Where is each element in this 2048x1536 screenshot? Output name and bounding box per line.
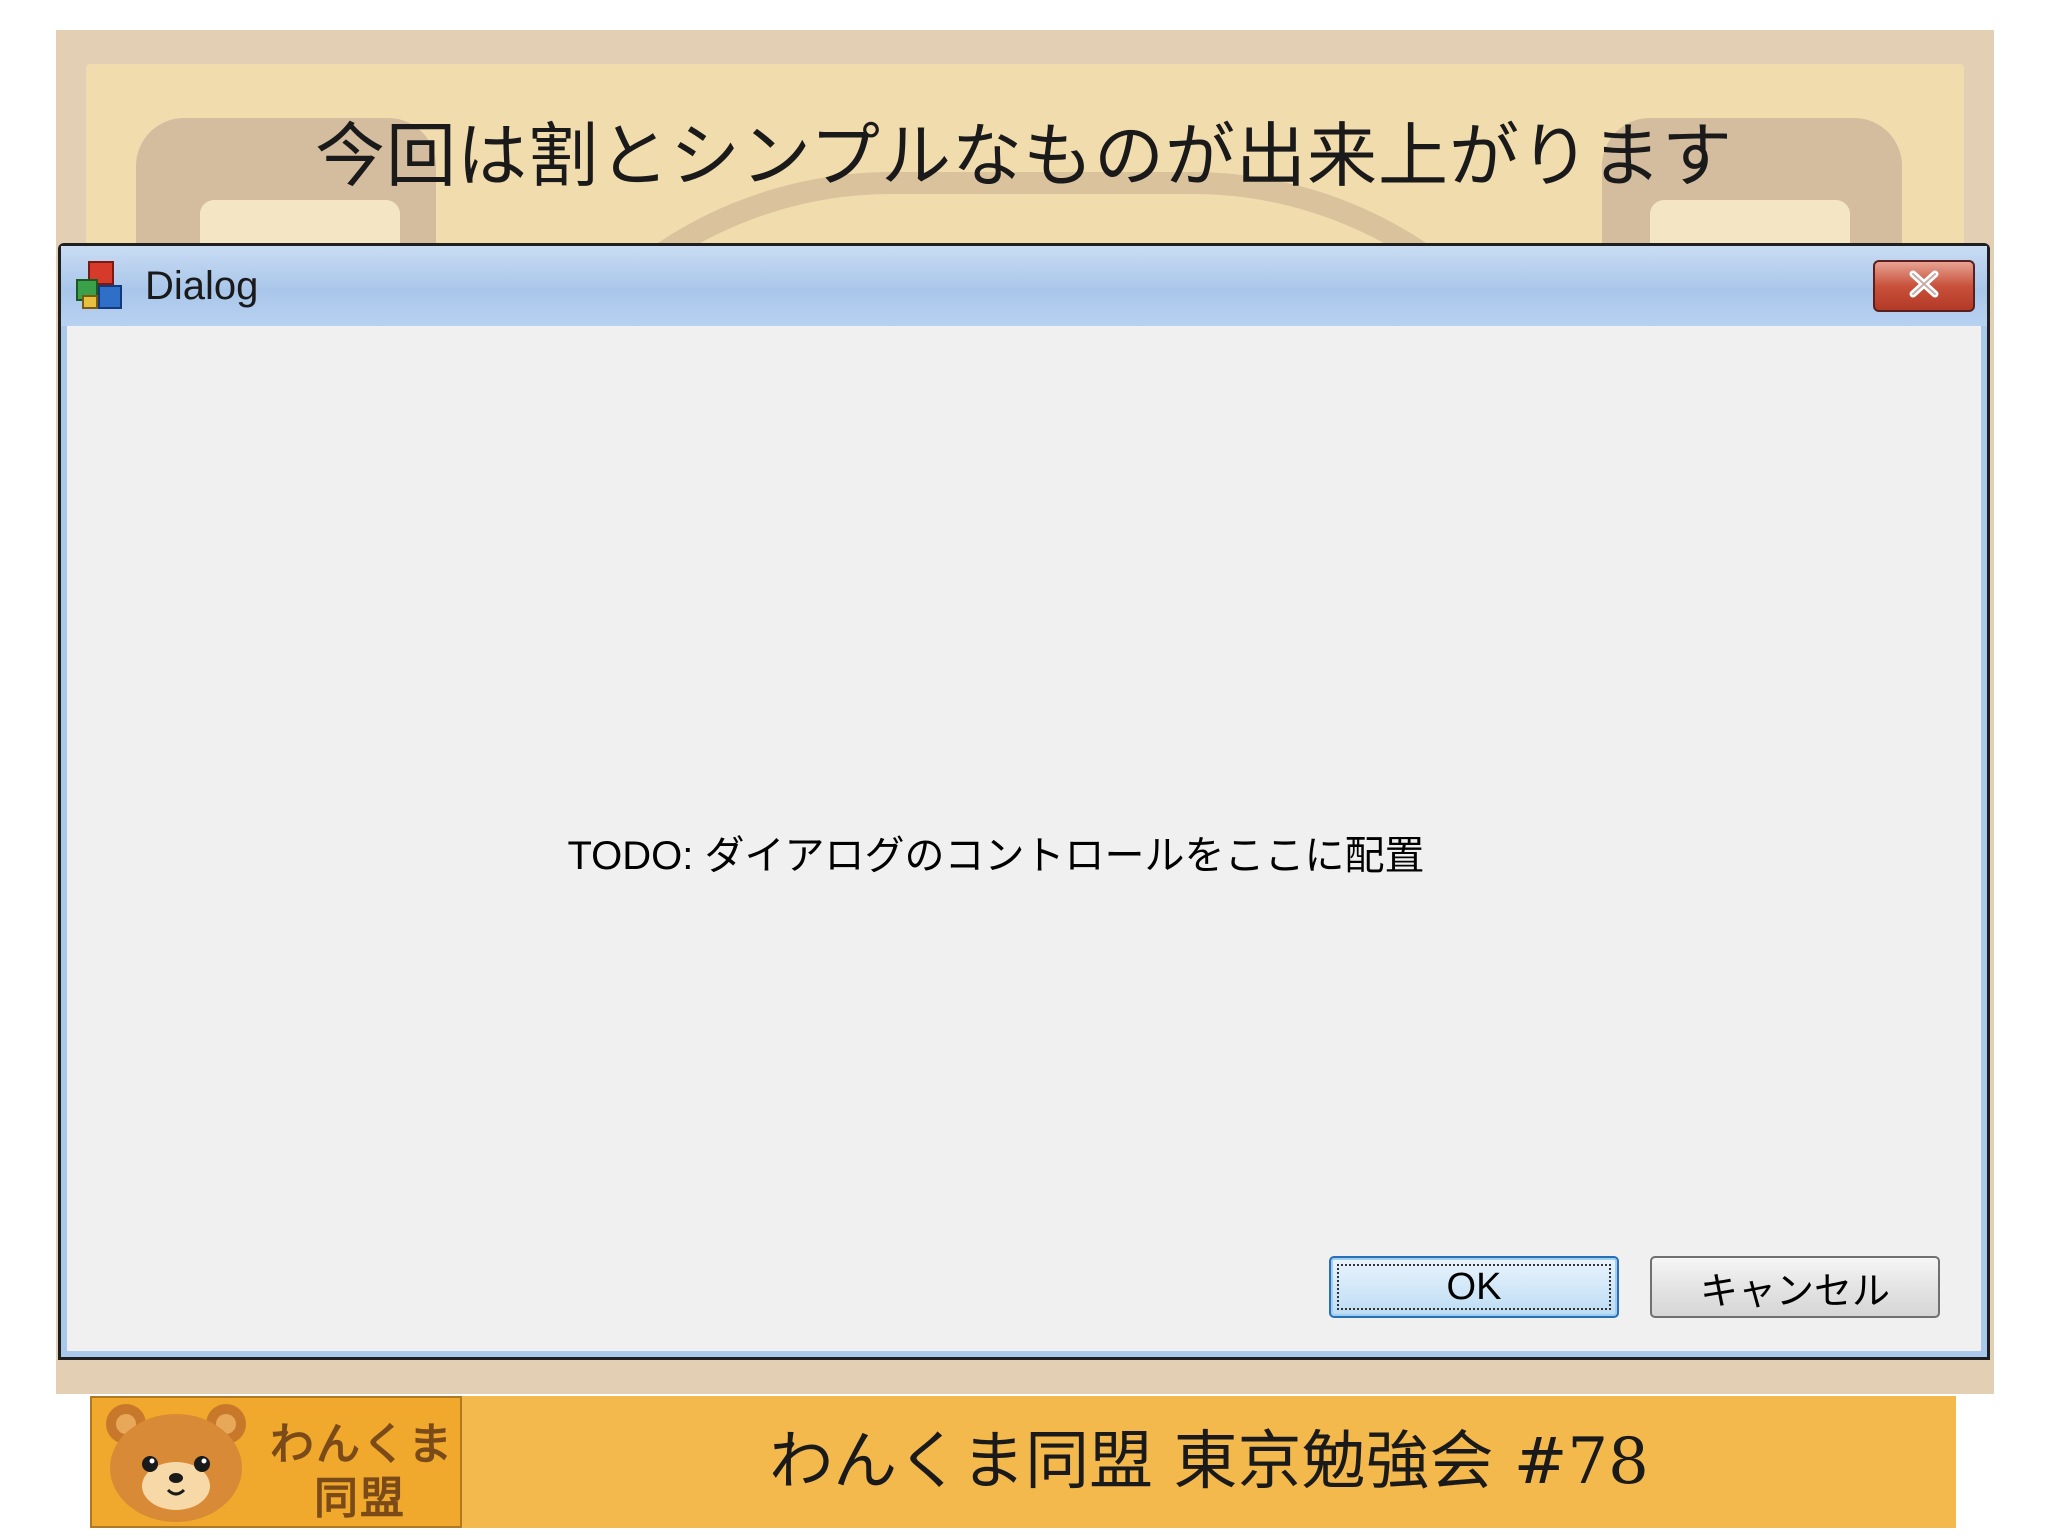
- cancel-button-label: キャンセル: [1699, 1270, 1890, 1313]
- ok-button[interactable]: OK: [1329, 1256, 1619, 1318]
- slide-footer: わんくま 同盟 わんくま同盟 東京勉強会 #78: [90, 1396, 1956, 1528]
- focus-rectangle: [1337, 1264, 1611, 1310]
- title-bar[interactable]: Dialog: [61, 246, 1987, 326]
- slide-title: 今回は割とシンプルなものが出来上がります: [315, 115, 1733, 197]
- logo-text-line2: 同盟: [314, 1473, 406, 1524]
- cancel-button[interactable]: キャンセル: [1650, 1256, 1940, 1318]
- application-icon: [75, 260, 127, 312]
- close-button[interactable]: [1873, 260, 1975, 312]
- dialog-window: Dialog TODO: ダイアログのコントロールをここに配置 OK キャンセル: [58, 243, 1990, 1360]
- footer-text: わんくま同盟 東京勉強会 #78: [769, 1425, 1649, 1499]
- todo-label: TODO: ダイアログのコントロールをここに配置: [567, 834, 1425, 878]
- dialog-client-area: TODO: ダイアログのコントロールをここに配置 OK キャンセル: [67, 326, 1981, 1351]
- slide: 今回は割とシンプルなものが出来上がります Dialog TODO: ダイアログの…: [0, 0, 2048, 1536]
- bear-face-icon: [106, 1404, 246, 1522]
- close-icon: [1904, 269, 1944, 303]
- window-title: Dialog: [145, 264, 259, 308]
- wankuma-logo: わんくま 同盟: [90, 1396, 462, 1528]
